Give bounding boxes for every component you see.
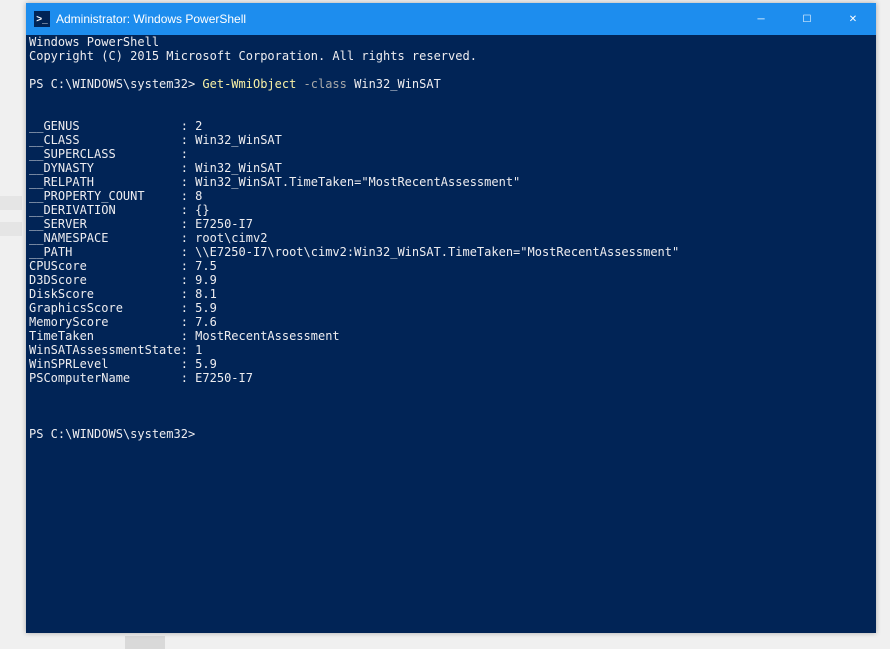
output-property-line: DiskScore : 8.1 (29, 287, 873, 301)
output-property-line: GraphicsScore : 5.9 (29, 301, 873, 315)
output-property-line: WinSPRLevel : 5.9 (29, 357, 873, 371)
output-property-line: PSComputerName : E7250-I7 (29, 371, 873, 385)
background-element (0, 196, 22, 210)
output-property-line: MemoryScore : 7.6 (29, 315, 873, 329)
output-property-line: __SERVER : E7250-I7 (29, 217, 873, 231)
powershell-icon: >_ (34, 11, 50, 27)
minimize-button[interactable]: ─ (738, 3, 784, 35)
powershell-window: >_ Administrator: Windows PowerShell ─ ☐… (26, 3, 876, 633)
blank-line (29, 91, 873, 105)
prompt-text: PS C:\WINDOWS\system32> (29, 77, 202, 91)
cmdlet-arg: Win32_WinSAT (347, 77, 441, 91)
blank-line (29, 385, 873, 399)
maximize-button[interactable]: ☐ (784, 3, 830, 35)
output-property-line: __NAMESPACE : root\cimv2 (29, 231, 873, 245)
output-property-line: __CLASS : Win32_WinSAT (29, 133, 873, 147)
background-element (125, 636, 165, 649)
close-button[interactable]: ✕ (830, 3, 876, 35)
close-icon: ✕ (849, 14, 857, 25)
output-property-line: __SUPERCLASS : (29, 147, 873, 161)
output-property-line: __DYNASTY : Win32_WinSAT (29, 161, 873, 175)
minimize-icon: ─ (757, 14, 764, 25)
window-controls: ─ ☐ ✕ (738, 3, 876, 35)
window-title: Administrator: Windows PowerShell (56, 12, 738, 26)
terminal-area[interactable]: Windows PowerShellCopyright (C) 2015 Mic… (26, 35, 876, 633)
blank-line (29, 399, 873, 413)
titlebar[interactable]: >_ Administrator: Windows PowerShell ─ ☐… (26, 3, 876, 35)
output-property-line: __RELPATH : Win32_WinSAT.TimeTaken="Most… (29, 175, 873, 189)
maximize-icon: ☐ (803, 14, 812, 25)
output-property-line: __GENUS : 2 (29, 119, 873, 133)
output-property-line: D3DScore : 9.9 (29, 273, 873, 287)
output-property-line: __PROPERTY_COUNT : 8 (29, 189, 873, 203)
header-line: Copyright (C) 2015 Microsoft Corporation… (29, 49, 873, 63)
output-property-line: WinSATAssessmentState: 1 (29, 343, 873, 357)
cmdlet-flag: -class (296, 77, 347, 91)
blank-line (29, 105, 873, 119)
output-property-line: __PATH : \\E7250-I7\root\cimv2:Win32_Win… (29, 245, 873, 259)
command-line: PS C:\WINDOWS\system32> Get-WmiObject -c… (29, 77, 873, 91)
prompt-line: PS C:\WINDOWS\system32> (29, 427, 873, 441)
terminal-content[interactable]: Windows PowerShellCopyright (C) 2015 Mic… (29, 35, 873, 633)
background-element (0, 222, 22, 236)
output-property-line: CPUScore : 7.5 (29, 259, 873, 273)
blank-line (29, 63, 873, 77)
cmdlet-name: Get-WmiObject (202, 77, 296, 91)
output-property-line: __DERIVATION : {} (29, 203, 873, 217)
blank-line (29, 413, 873, 427)
header-line: Windows PowerShell (29, 35, 873, 49)
output-property-line: TimeTaken : MostRecentAssessment (29, 329, 873, 343)
